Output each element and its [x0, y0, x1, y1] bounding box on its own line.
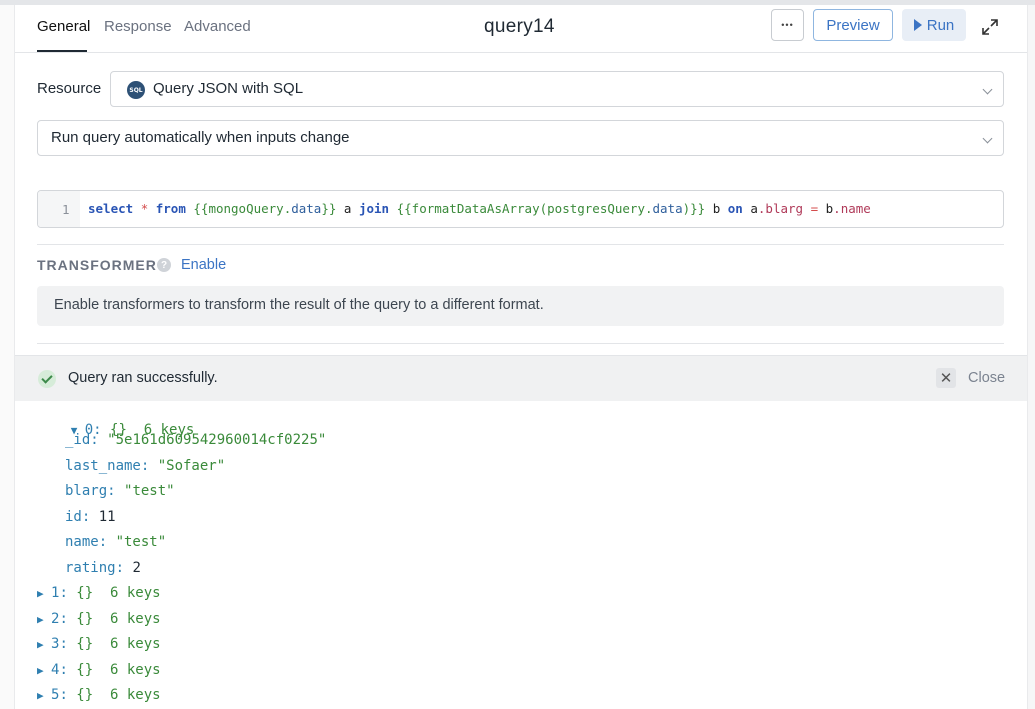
chevron-down-icon [982, 133, 993, 144]
status-message: Query ran successfully. [68, 370, 218, 386]
right-scroll-edge [1027, 5, 1035, 709]
active-tab-indicator [37, 50, 87, 52]
resource-label: Resource [37, 80, 102, 97]
tab-general[interactable]: General [37, 18, 90, 35]
tree-field-row: blarg: "test" [65, 483, 175, 500]
code-token: .name [833, 201, 871, 216]
tree-node-summary: {} 6 keys [76, 636, 161, 653]
tree-node-collapsed[interactable]: ▶ 1: {} 6 keys [37, 585, 161, 601]
collapsed-arrow-icon: ▶ [37, 638, 44, 652]
field-key: last_name [65, 457, 141, 474]
play-icon [913, 19, 922, 31]
code-token: data [291, 201, 322, 216]
line-number: 1 [62, 202, 70, 217]
run-button-label: Run [926, 16, 955, 34]
transformer-heading: TRANSFORMER [37, 257, 157, 273]
sql-resource-icon: SQL [127, 81, 145, 99]
left-panel-edge [0, 5, 15, 709]
code-token: b [818, 201, 834, 216]
code-token: join [358, 201, 390, 216]
sql-code-editor[interactable]: 1 select * from {{mongoQuery.data}} a jo… [37, 190, 1004, 228]
code-line[interactable]: select * from {{mongoQuery.data}} a join… [88, 201, 871, 216]
run-mode-select-value: Run query automatically when inputs chan… [51, 129, 350, 146]
section-divider [37, 244, 1004, 245]
tab-advanced[interactable]: Advanced [184, 18, 251, 35]
collapsed-arrow-icon: ▶ [37, 587, 44, 600]
collapsed-arrow-icon: ▶ [37, 612, 44, 626]
tree-node-summary: {} 6 keys [76, 661, 161, 678]
field-key: blarg [65, 483, 108, 500]
ellipsis-icon: ••• [781, 20, 794, 30]
code-token: = [810, 201, 819, 216]
tree-node-collapsed[interactable]: ▶ 4: {} 6 keys [37, 662, 161, 678]
code-token: }} [321, 201, 337, 216]
field-key: id [65, 508, 82, 525]
code-token: {{mongoQuery. [193, 201, 292, 216]
code-token: {{formatDataAsArray(postgresQuery. [396, 201, 653, 216]
code-token: b [705, 201, 728, 216]
resource-select-value: Query JSON with SQL [153, 80, 304, 97]
field-value: "test" [124, 483, 175, 500]
section-divider [37, 343, 1004, 344]
tree-node-collapsed[interactable]: ▶ 5: {} 6 keys [37, 687, 161, 703]
transformer-info-text: Enable transformers to transform the res… [54, 297, 544, 313]
code-token: on [727, 201, 743, 216]
code-token: a [742, 201, 758, 216]
code-token: )}} [682, 201, 706, 216]
tree-field-row: name: "test" [65, 534, 167, 551]
field-key: name [65, 534, 99, 551]
editor-gutter: 1 [38, 191, 80, 227]
tree-node-summary: {} 6 keys [76, 610, 161, 627]
field-value: "test" [115, 534, 167, 551]
close-icon[interactable]: ✕ [936, 368, 956, 388]
preview-button[interactable]: Preview [813, 9, 893, 41]
tree-field-row: last_name: "Sofaer" [65, 457, 226, 474]
tree-field-row: id: 11 [65, 508, 116, 525]
field-value: "Sofaer" [157, 457, 226, 474]
close-button[interactable]: Close [968, 370, 1005, 386]
expand-icon[interactable] [981, 18, 999, 36]
field-key: _id [65, 432, 91, 448]
run-mode-select[interactable]: Run query automatically when inputs chan… [37, 120, 1004, 156]
code-token: a [336, 201, 359, 216]
tree-node-summary: {} 6 keys [76, 687, 161, 704]
check-circle-icon [38, 370, 56, 388]
tree-field-row: _id: "5e161d609542960014cf0225" [65, 432, 327, 448]
tree-node-collapsed[interactable]: ▶ 2: {} 6 keys [37, 611, 161, 627]
code-token: data [652, 201, 683, 216]
field-value: 2 [132, 560, 141, 576]
collapsed-arrow-icon: ▶ [37, 689, 44, 703]
tree-node-collapsed[interactable]: ▶ 3: {} 6 keys [37, 636, 161, 652]
field-value: 11 [98, 508, 116, 525]
field-value: "5e161d609542960014cf0225" [107, 432, 327, 448]
collapsed-arrow-icon: ▶ [37, 663, 44, 677]
tab-response[interactable]: Response [104, 18, 172, 35]
field-key: rating [65, 560, 116, 576]
tree-node-summary: {} 6 keys [76, 585, 161, 601]
code-token: from [155, 201, 186, 216]
query-editor-header: General Response Advanced query14 ••• Pr… [15, 5, 1027, 53]
code-token: select [88, 201, 134, 216]
chevron-down-icon [982, 84, 993, 95]
run-button[interactable]: Run [902, 9, 966, 41]
query-title[interactable]: query14 [484, 16, 555, 38]
help-icon[interactable]: ? [157, 258, 171, 272]
tree-field-row: rating: 2 [65, 560, 141, 576]
code-token: .blarg [757, 201, 804, 216]
transformer-info-box: Enable transformers to transform the res… [37, 286, 1004, 326]
preview-button-label: Preview [826, 16, 880, 34]
resource-select[interactable]: SQL Query JSON with SQL [110, 71, 1004, 107]
query-status-bar: Query ran successfully. ✕ Close [15, 355, 1027, 401]
more-options-button[interactable]: ••• [771, 9, 804, 41]
enable-transformer-link[interactable]: Enable [181, 257, 226, 273]
